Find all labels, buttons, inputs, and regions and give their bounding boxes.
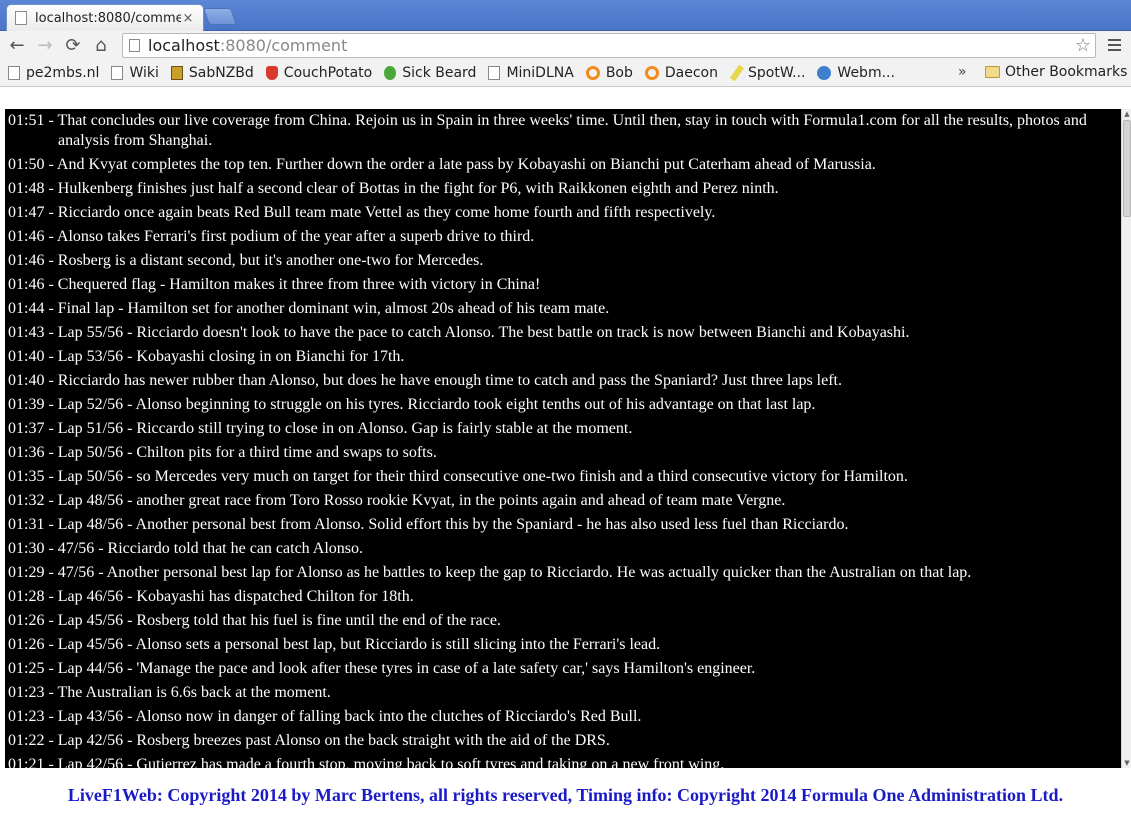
commentary-entry: 01:32 - Lap 48/56 - another great race f…	[8, 492, 786, 509]
ring-icon	[585, 66, 600, 80]
page-icon	[488, 66, 501, 80]
bookmark-item[interactable]: Daecon	[644, 65, 718, 81]
page-icon	[129, 39, 140, 52]
commentary-panel[interactable]: 01:51 - That concludes our live coverage…	[5, 109, 1121, 768]
copyright-footer: LiveF1Web: Copyright 2014 by Marc Berten…	[67, 785, 1064, 805]
commentary-entry: 01:46 - Rosberg is a distant second, but…	[8, 252, 484, 269]
url-host: localhost	[148, 36, 220, 55]
bookmark-item[interactable]: Wiki	[111, 65, 159, 81]
bookmarks-bar: pe2mbs.nl Wiki SabNZBd CouchPotato Sick …	[0, 60, 1131, 87]
tab-comment[interactable]: localhost:8080/comment ×	[6, 4, 204, 31]
close-icon[interactable]: ×	[181, 11, 195, 26]
commentary-entry: 01:48 - Hulkenberg finishes just half a …	[8, 180, 779, 197]
commentary-entry: 01:40 - Ricciardo has newer rubber than …	[8, 372, 842, 389]
commentary-entry: 01:30 - 47/56 - Ricciardo told that he c…	[8, 540, 364, 557]
scroll-thumb[interactable]	[1123, 120, 1131, 217]
commentary-entry: 01:36 - Lap 50/56 - Chilton pits for a t…	[8, 444, 437, 461]
back-icon[interactable]: ←	[3, 33, 31, 59]
commentary-entry: 01:31 - Lap 48/56 - Another personal bes…	[8, 516, 849, 533]
page-icon	[111, 66, 124, 80]
scroll-up-icon[interactable]: ▲	[1122, 109, 1131, 119]
other-bookmarks[interactable]: Other Bookmarks	[985, 64, 1127, 80]
pencil-icon	[729, 64, 745, 82]
commentary-entry: 01:43 - Lap 55/56 - Ricciardo doesn't lo…	[8, 324, 910, 341]
commentary-entry: 01:35 - Lap 50/56 - so Mercedes very muc…	[8, 468, 908, 485]
commentary-entry: 01:51 - That concludes our live coverage…	[8, 112, 1087, 149]
commentary-entry: 01:47 - Ricciardo once again beats Red B…	[8, 204, 716, 221]
commentary-entry: 01:37 - Lap 51/56 - Riccardo still tryin…	[8, 420, 633, 437]
bookmarks-overflow-icon[interactable]: »	[958, 64, 967, 80]
commentary-scrollbar[interactable]: ▲ ▼	[1121, 109, 1131, 768]
commentary-entry: 01:28 - Lap 46/56 - Kobayashi has dispat…	[8, 588, 414, 605]
webmin-icon	[817, 66, 832, 80]
commentary-entry: 01:21 - Lap 42/56 - Gutierrez has made a…	[8, 756, 725, 768]
browser-toolbar: ← → ⟳ ⌂ localhost:8080/comment ☆	[0, 31, 1131, 60]
scroll-down-icon[interactable]: ▼	[1122, 758, 1131, 768]
folder-icon	[985, 66, 1000, 78]
commentary-entry: 01:23 - The Australian is 6.6s back at t…	[8, 684, 331, 701]
commentary-entry: 01:46 - Alonso takes Ferrari's first pod…	[8, 228, 535, 245]
couchpotato-icon	[265, 66, 278, 80]
commentary-entry: 01:50 - And Kvyat completes the top ten.…	[8, 156, 876, 173]
reload-icon[interactable]: ⟳	[59, 33, 87, 59]
commentary-entry: 01:46 - Chequered flag - Hamilton makes …	[8, 276, 541, 293]
bookmark-item[interactable]: Webm...	[817, 65, 895, 81]
home-icon[interactable]: ⌂	[87, 33, 115, 59]
commentary-entry: 01:22 - Lap 42/56 - Rosberg breezes past…	[8, 732, 610, 749]
menu-icon[interactable]	[1104, 33, 1124, 57]
bookmark-item[interactable]: SpotW...	[729, 64, 805, 82]
page-icon	[8, 66, 20, 80]
commentary-entry: 01:44 - Final lap - Hamilton set for ano…	[8, 300, 610, 317]
commentary-entry: 01:39 - Lap 52/56 - Alonso beginning to …	[8, 396, 816, 413]
commentary-entry: 01:26 - Lap 45/56 - Alonso sets a person…	[8, 636, 661, 653]
bookmark-item[interactable]: Bob	[585, 65, 633, 81]
bookmark-item[interactable]: CouchPotato	[265, 65, 372, 81]
commentary-entry: 01:26 - Lap 45/56 - Rosberg told that hi…	[8, 612, 501, 629]
commentary-entry: 01:40 - Lap 53/56 - Kobayashi closing in…	[8, 348, 405, 365]
bookmark-item[interactable]: Sick Beard	[384, 65, 476, 81]
page-icon	[15, 11, 27, 25]
forward-icon[interactable]: →	[31, 33, 59, 59]
commentary-entry: 01:25 - Lap 44/56 - 'Manage the pace and…	[8, 660, 756, 677]
new-tab-button[interactable]	[202, 8, 238, 25]
tab-title: localhost:8080/comment	[35, 10, 181, 26]
sabnzbd-icon	[170, 66, 183, 80]
ring-icon	[644, 66, 659, 80]
bookmark-item[interactable]: SabNZBd	[170, 65, 254, 81]
url-path: :8080/comment	[219, 36, 348, 55]
star-icon[interactable]: ☆	[1075, 35, 1091, 56]
commentary-entry: 01:29 - 47/56 - Another personal best la…	[8, 564, 972, 581]
bookmark-item[interactable]: MiniDLNA	[488, 65, 574, 81]
sickbeard-icon	[384, 66, 397, 80]
address-bar[interactable]: localhost:8080/comment ☆	[122, 33, 1096, 58]
bookmark-item[interactable]: pe2mbs.nl	[8, 65, 99, 81]
commentary-entry: 01:23 - Lap 43/56 - Alonso now in danger…	[8, 708, 642, 725]
commentary-list: 01:51 - That concludes our live coverage…	[5, 109, 1121, 768]
tab-strip: localhost:8080/comment ×	[0, 0, 1131, 31]
page-content: 01:51 - That concludes our live coverage…	[0, 88, 1131, 821]
